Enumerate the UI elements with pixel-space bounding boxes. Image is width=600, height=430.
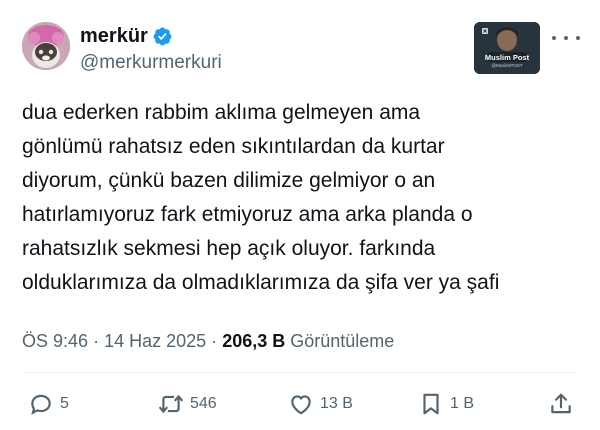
author-handle[interactable]: @merkurmerkuri bbox=[80, 52, 222, 74]
view-count: 206,3 B bbox=[222, 331, 286, 351]
tweet-text-line: dua ederken rabbim aklıma gelmeyen ama bbox=[22, 101, 421, 124]
author-display-name[interactable]: merkür bbox=[80, 24, 148, 48]
tweet-text-line: gönlümü rahatsız eden sıkıntılardan da k… bbox=[22, 135, 445, 158]
meta-separator: · bbox=[93, 331, 100, 351]
view-label: Görüntüleme bbox=[290, 331, 395, 351]
divider bbox=[22, 372, 578, 373]
tweet-text-line: olduklarımıza da olmadıklarımıza da şifa… bbox=[22, 271, 500, 294]
bookmark-icon bbox=[418, 391, 444, 417]
meta-separator: · bbox=[211, 331, 218, 351]
affiliate-badge[interactable]: Muslim Post @MuslimPOST bbox=[474, 22, 540, 74]
repost-count: 546 bbox=[190, 395, 217, 412]
bookmark-count: 1 B bbox=[450, 395, 475, 412]
reply-icon bbox=[28, 391, 54, 417]
tweet-meta: ÖS 9:46 · 14 Haz 2025 · 206,3 B Görüntül… bbox=[22, 328, 394, 354]
verified-badge-icon[interactable] bbox=[152, 26, 173, 47]
affiliate-subtitle: @MuslimPOST bbox=[491, 63, 522, 68]
like-button[interactable]: 13 B bbox=[288, 388, 353, 420]
share-button[interactable] bbox=[548, 388, 574, 420]
reply-button[interactable]: 5 bbox=[28, 388, 69, 420]
affiliate-title: Muslim Post bbox=[485, 53, 530, 62]
heart-icon bbox=[288, 391, 314, 417]
bookmark-button[interactable]: 1 B bbox=[418, 388, 474, 420]
more-options-icon[interactable] bbox=[552, 32, 580, 44]
repost-icon bbox=[158, 391, 184, 417]
tweet-date[interactable]: 14 Haz 2025 bbox=[104, 331, 206, 351]
muslim-post-logo: Muslim Post @MuslimPOST bbox=[474, 22, 540, 74]
tweet-text: dua ederken rabbim aklıma gelmeyen ama g… bbox=[22, 96, 582, 300]
tweet-text-line: diyorum, çünkü bazen dilimize gelmiyor o… bbox=[22, 169, 436, 192]
tweet-card: merkür @merkurmerkuri Muslim Post @Musli… bbox=[0, 0, 600, 430]
cat-avatar-icon bbox=[22, 22, 70, 70]
author-avatar[interactable] bbox=[22, 22, 70, 70]
action-bar: 5 546 13 B 1 B bbox=[0, 388, 600, 420]
author-name-row: merkür bbox=[80, 24, 173, 48]
share-icon bbox=[548, 391, 574, 417]
tweet-time[interactable]: ÖS 9:46 bbox=[22, 331, 88, 351]
tweet-text-line: hatırlamıyoruz fark etmiyoruz ama arka p… bbox=[22, 203, 473, 226]
repost-button[interactable]: 546 bbox=[158, 388, 217, 420]
tweet-text-line: rahatsızlık sekmesi hep açık oluyor. far… bbox=[22, 237, 436, 260]
like-count: 13 B bbox=[320, 395, 353, 412]
reply-count: 5 bbox=[60, 395, 69, 412]
